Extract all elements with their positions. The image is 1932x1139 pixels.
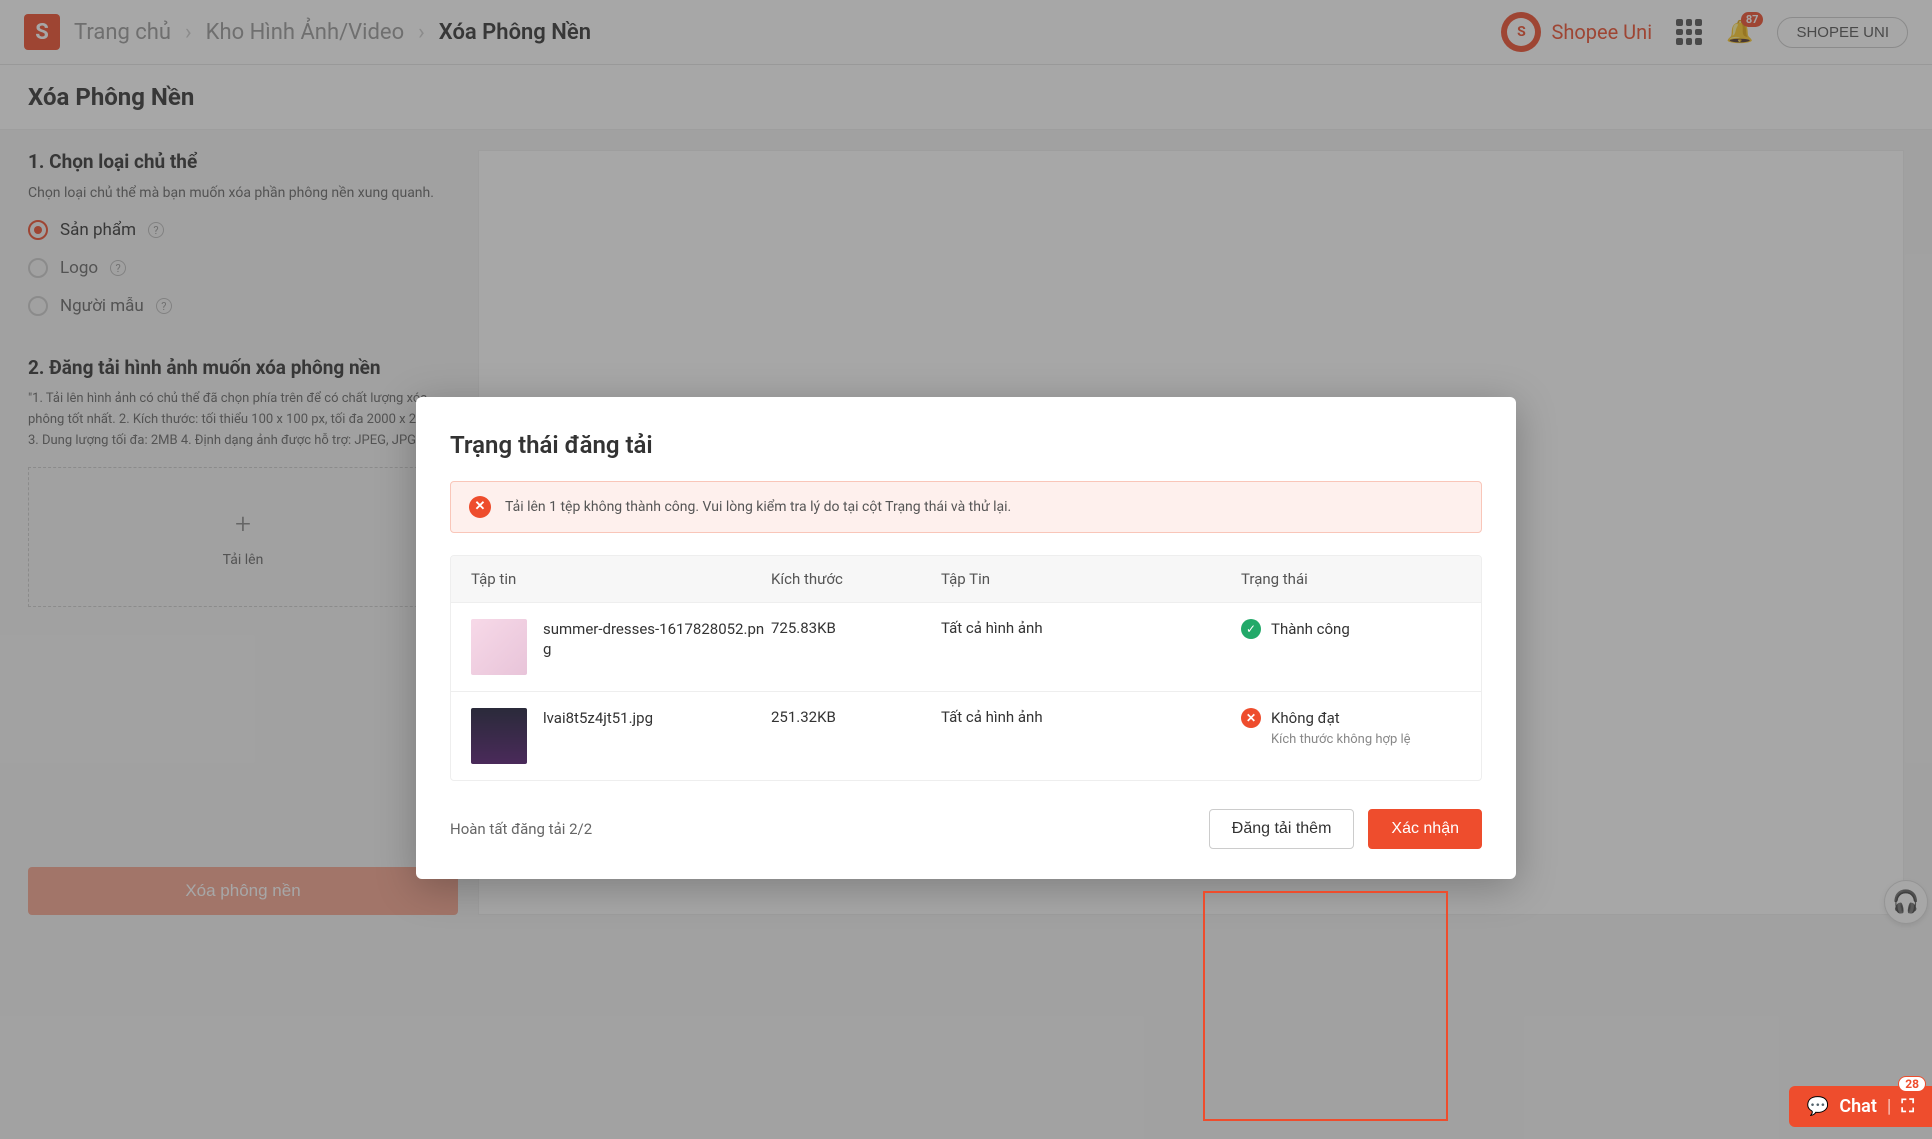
upload-progress: Hoàn tất đăng tải 2/2 xyxy=(450,820,592,838)
file-cell: summer-dresses-1617828052.png xyxy=(471,619,771,675)
success-icon: ✓ xyxy=(1241,619,1261,639)
footer-actions: Đăng tải thêm Xác nhận xyxy=(1209,809,1482,849)
chat-count: 28 xyxy=(1898,1076,1926,1092)
file-size: 251.32KB xyxy=(771,708,941,726)
status-cell: ✓ Thành công xyxy=(1241,619,1461,639)
col-status: Trạng thái xyxy=(1241,570,1461,588)
table-row: lvai8t5z4jt51.jpg 251.32KB Tất cả hình ả… xyxy=(451,691,1481,780)
table-header: Tập tin Kích thước Tập Tin Trạng thái xyxy=(451,556,1481,602)
status-cell: ✕ Không đạt Kích thước không hợp lệ xyxy=(1241,708,1461,747)
file-name: summer-dresses-1617828052.png xyxy=(543,619,771,660)
file-type: Tất cả hình ảnh xyxy=(941,708,1241,726)
chat-icon: 💬 xyxy=(1807,1096,1829,1117)
upload-more-button[interactable]: Đăng tải thêm xyxy=(1209,809,1355,849)
modal-title: Trạng thái đăng tải xyxy=(450,431,1482,459)
status-text: Thành công xyxy=(1271,620,1350,638)
file-name: lvai8t5z4jt51.jpg xyxy=(543,708,653,728)
file-cell: lvai8t5z4jt51.jpg xyxy=(471,708,771,764)
error-alert: ✕ Tải lên 1 tệp không thành công. Vui lò… xyxy=(450,481,1482,533)
error-icon: ✕ xyxy=(1241,708,1261,728)
expand-icon: ⛶ xyxy=(1901,1096,1914,1117)
file-thumbnail xyxy=(471,708,527,764)
col-type: Tập Tin xyxy=(941,570,1241,588)
confirm-button[interactable]: Xác nhận xyxy=(1368,809,1482,849)
table-row: summer-dresses-1617828052.png 725.83KB T… xyxy=(451,602,1481,691)
modal-footer: Hoàn tất đăng tải 2/2 Đăng tải thêm Xác … xyxy=(450,809,1482,849)
status-reason: Kích thước không hợp lệ xyxy=(1241,732,1461,747)
alert-text: Tải lên 1 tệp không thành công. Vui lòng… xyxy=(505,499,1011,515)
upload-status-modal: Trạng thái đăng tải ✕ Tải lên 1 tệp khôn… xyxy=(416,397,1516,879)
chat-widget[interactable]: 💬 Chat | ⛶ 28 xyxy=(1789,1086,1932,1127)
file-size: 725.83KB xyxy=(771,619,941,637)
status-text: Không đạt xyxy=(1271,709,1340,727)
chat-label: Chat xyxy=(1839,1096,1877,1117)
upload-table: Tập tin Kích thước Tập Tin Trạng thái su… xyxy=(450,555,1482,781)
file-type: Tất cả hình ảnh xyxy=(941,619,1241,637)
col-file: Tập tin xyxy=(471,570,771,588)
error-icon: ✕ xyxy=(469,496,491,518)
col-size: Kích thước xyxy=(771,570,941,588)
file-thumbnail xyxy=(471,619,527,675)
